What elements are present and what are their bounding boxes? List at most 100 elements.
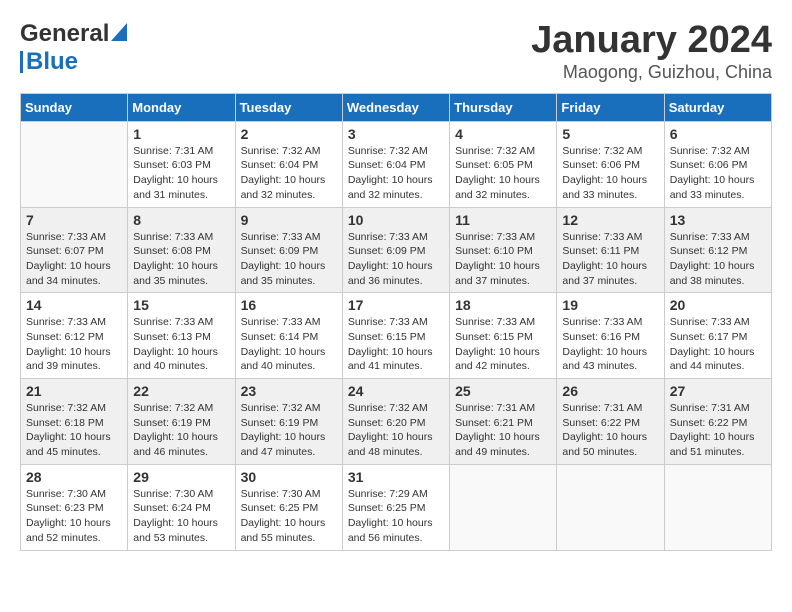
- calendar-row-4: 21Sunrise: 7:32 AM Sunset: 6:18 PM Dayli…: [21, 379, 772, 465]
- calendar-cell: 10Sunrise: 7:33 AM Sunset: 6:09 PM Dayli…: [342, 207, 449, 293]
- day-info: Sunrise: 7:33 AM Sunset: 6:12 PM Dayligh…: [670, 230, 766, 289]
- col-header-sunday: Sunday: [21, 93, 128, 121]
- calendar-cell: 30 Sunrise: 7:30 AM Sunset: 6:25 PM Dayli…: [235, 464, 342, 550]
- day-info: Sunrise: 7:32 AM Sunset: 6:19 PM Dayligh…: [241, 401, 337, 460]
- day-info: Sunrise: 7:33 AM Sunset: 6:09 PM Dayligh…: [241, 230, 337, 289]
- day-number: 11: [455, 212, 551, 228]
- col-header-wednesday: Wednesday: [342, 93, 449, 121]
- day-info: Sunrise: 7:32 AM Sunset: 6:04 PM Dayligh…: [241, 144, 337, 203]
- day-info: Sunrise: 7:33 AM Sunset: 6:17 PM Dayligh…: [670, 315, 766, 374]
- day-info: Sunrise: 7:31 AM Sunset: 6:03 PM Dayligh…: [133, 144, 229, 203]
- day-info: Sunrise: 7:31 AM Sunset: 6:21 PM Dayligh…: [455, 401, 551, 460]
- col-header-monday: Monday: [128, 93, 235, 121]
- col-header-tuesday: Tuesday: [235, 93, 342, 121]
- calendar-cell: 27Sunrise: 7:31 AM Sunset: 6:22 PM Dayli…: [664, 379, 771, 465]
- calendar-cell: 5 Sunrise: 7:32 AM Sunset: 6:06 PM Daylig…: [557, 121, 664, 207]
- calendar-cell: [557, 464, 664, 550]
- calendar-cell: 12 Sunrise: 7:33 AM Sunset: 6:11 PM Dayli…: [557, 207, 664, 293]
- calendar-cell: 15 Sunrise: 7:33 AM Sunset: 6:13 PM Dayli…: [128, 293, 235, 379]
- day-number: 5: [562, 126, 658, 142]
- calendar-cell: 8 Sunrise: 7:33 AM Sunset: 6:08 PM Daylig…: [128, 207, 235, 293]
- calendar-header-row: SundayMondayTuesdayWednesdayThursdayFrid…: [21, 93, 772, 121]
- day-info: Sunrise: 7:33 AM Sunset: 6:10 PM Dayligh…: [455, 230, 551, 289]
- calendar-cell: 22 Sunrise: 7:32 AM Sunset: 6:19 PM Dayli…: [128, 379, 235, 465]
- day-number: 3: [348, 126, 444, 142]
- calendar-cell: [21, 121, 128, 207]
- day-number: 26: [562, 383, 658, 399]
- day-info: Sunrise: 7:31 AM Sunset: 6:22 PM Dayligh…: [562, 401, 658, 460]
- calendar-cell: 17 Sunrise: 7:33 AM Sunset: 6:15 PM Dayli…: [342, 293, 449, 379]
- day-info: Sunrise: 7:33 AM Sunset: 6:15 PM Dayligh…: [348, 315, 444, 374]
- calendar-cell: 21Sunrise: 7:32 AM Sunset: 6:18 PM Dayli…: [21, 379, 128, 465]
- page-header: General Blue January 2024 Maogong, Guizh…: [20, 20, 772, 83]
- calendar-cell: 18Sunrise: 7:33 AM Sunset: 6:15 PM Dayli…: [450, 293, 557, 379]
- day-info: Sunrise: 7:29 AM Sunset: 6:25 PM Dayligh…: [348, 487, 444, 546]
- day-number: 20: [670, 297, 766, 313]
- day-number: 29: [133, 469, 229, 485]
- day-info: Sunrise: 7:33 AM Sunset: 6:09 PM Dayligh…: [348, 230, 444, 289]
- day-info: Sunrise: 7:33 AM Sunset: 6:07 PM Dayligh…: [26, 230, 122, 289]
- logo-bar-icon: [20, 51, 23, 73]
- calendar-cell: 14 Sunrise: 7:33 AM Sunset: 6:12 PM Dayli…: [21, 293, 128, 379]
- day-number: 24: [348, 383, 444, 399]
- day-number: 25: [455, 383, 551, 399]
- col-header-saturday: Saturday: [664, 93, 771, 121]
- month-title: January 2024: [531, 20, 772, 62]
- day-info: Sunrise: 7:33 AM Sunset: 6:11 PM Dayligh…: [562, 230, 658, 289]
- day-number: 13: [670, 212, 766, 228]
- day-info: Sunrise: 7:33 AM Sunset: 6:13 PM Dayligh…: [133, 315, 229, 374]
- calendar-cell: 31 Sunrise: 7:29 AM Sunset: 6:25 PM Dayli…: [342, 464, 449, 550]
- day-number: 15: [133, 297, 229, 313]
- day-number: 23: [241, 383, 337, 399]
- day-info: Sunrise: 7:32 AM Sunset: 6:19 PM Dayligh…: [133, 401, 229, 460]
- calendar-table: SundayMondayTuesdayWednesdayThursdayFrid…: [20, 93, 772, 551]
- day-info: Sunrise: 7:33 AM Sunset: 6:08 PM Dayligh…: [133, 230, 229, 289]
- calendar-cell: 13 Sunrise: 7:33 AM Sunset: 6:12 PM Dayli…: [664, 207, 771, 293]
- logo-general: General: [20, 20, 109, 48]
- day-number: 7: [26, 212, 122, 228]
- day-number: 6: [670, 126, 766, 142]
- day-info: Sunrise: 7:32 AM Sunset: 6:06 PM Dayligh…: [562, 144, 658, 203]
- calendar-cell: 9 Sunrise: 7:33 AM Sunset: 6:09 PM Daylig…: [235, 207, 342, 293]
- title-area: January 2024 Maogong, Guizhou, China: [531, 20, 772, 83]
- calendar-row-2: 7 Sunrise: 7:33 AM Sunset: 6:07 PM Daylig…: [21, 207, 772, 293]
- calendar-cell: 16Sunrise: 7:33 AM Sunset: 6:14 PM Dayli…: [235, 293, 342, 379]
- calendar-cell: 4Sunrise: 7:32 AM Sunset: 6:05 PM Daylig…: [450, 121, 557, 207]
- calendar-row-5: 28 Sunrise: 7:30 AM Sunset: 6:23 PM Dayli…: [21, 464, 772, 550]
- col-header-friday: Friday: [557, 93, 664, 121]
- calendar-cell: 26 Sunrise: 7:31 AM Sunset: 6:22 PM Dayli…: [557, 379, 664, 465]
- calendar-cell: 6Sunrise: 7:32 AM Sunset: 6:06 PM Daylig…: [664, 121, 771, 207]
- day-number: 2: [241, 126, 337, 142]
- day-info: Sunrise: 7:32 AM Sunset: 6:18 PM Dayligh…: [26, 401, 122, 460]
- day-info: Sunrise: 7:33 AM Sunset: 6:12 PM Dayligh…: [26, 315, 122, 374]
- calendar-cell: 19Sunrise: 7:33 AM Sunset: 6:16 PM Dayli…: [557, 293, 664, 379]
- logo-arrow-icon: [111, 23, 127, 41]
- col-header-thursday: Thursday: [450, 93, 557, 121]
- day-number: 28: [26, 469, 122, 485]
- day-info: Sunrise: 7:31 AM Sunset: 6:22 PM Dayligh…: [670, 401, 766, 460]
- calendar-row-3: 14 Sunrise: 7:33 AM Sunset: 6:12 PM Dayli…: [21, 293, 772, 379]
- calendar-cell: [664, 464, 771, 550]
- day-number: 19: [562, 297, 658, 313]
- calendar-cell: 1Sunrise: 7:31 AM Sunset: 6:03 PM Daylig…: [128, 121, 235, 207]
- day-info: Sunrise: 7:32 AM Sunset: 6:05 PM Dayligh…: [455, 144, 551, 203]
- day-info: Sunrise: 7:32 AM Sunset: 6:04 PM Dayligh…: [348, 144, 444, 203]
- calendar-cell: 3 Sunrise: 7:32 AM Sunset: 6:04 PM Daylig…: [342, 121, 449, 207]
- calendar-cell: 20 Sunrise: 7:33 AM Sunset: 6:17 PM Dayli…: [664, 293, 771, 379]
- calendar-cell: 23 Sunrise: 7:32 AM Sunset: 6:19 PM Dayli…: [235, 379, 342, 465]
- day-number: 22: [133, 383, 229, 399]
- day-number: 30: [241, 469, 337, 485]
- day-number: 17: [348, 297, 444, 313]
- day-number: 16: [241, 297, 337, 313]
- day-number: 14: [26, 297, 122, 313]
- calendar-cell: 7 Sunrise: 7:33 AM Sunset: 6:07 PM Daylig…: [21, 207, 128, 293]
- day-info: Sunrise: 7:32 AM Sunset: 6:20 PM Dayligh…: [348, 401, 444, 460]
- day-number: 31: [348, 469, 444, 485]
- day-number: 8: [133, 212, 229, 228]
- day-info: Sunrise: 7:30 AM Sunset: 6:23 PM Dayligh…: [26, 487, 122, 546]
- day-number: 12: [562, 212, 658, 228]
- day-info: Sunrise: 7:30 AM Sunset: 6:25 PM Dayligh…: [241, 487, 337, 546]
- day-info: Sunrise: 7:30 AM Sunset: 6:24 PM Dayligh…: [133, 487, 229, 546]
- day-number: 9: [241, 212, 337, 228]
- calendar-row-1: 1Sunrise: 7:31 AM Sunset: 6:03 PM Daylig…: [21, 121, 772, 207]
